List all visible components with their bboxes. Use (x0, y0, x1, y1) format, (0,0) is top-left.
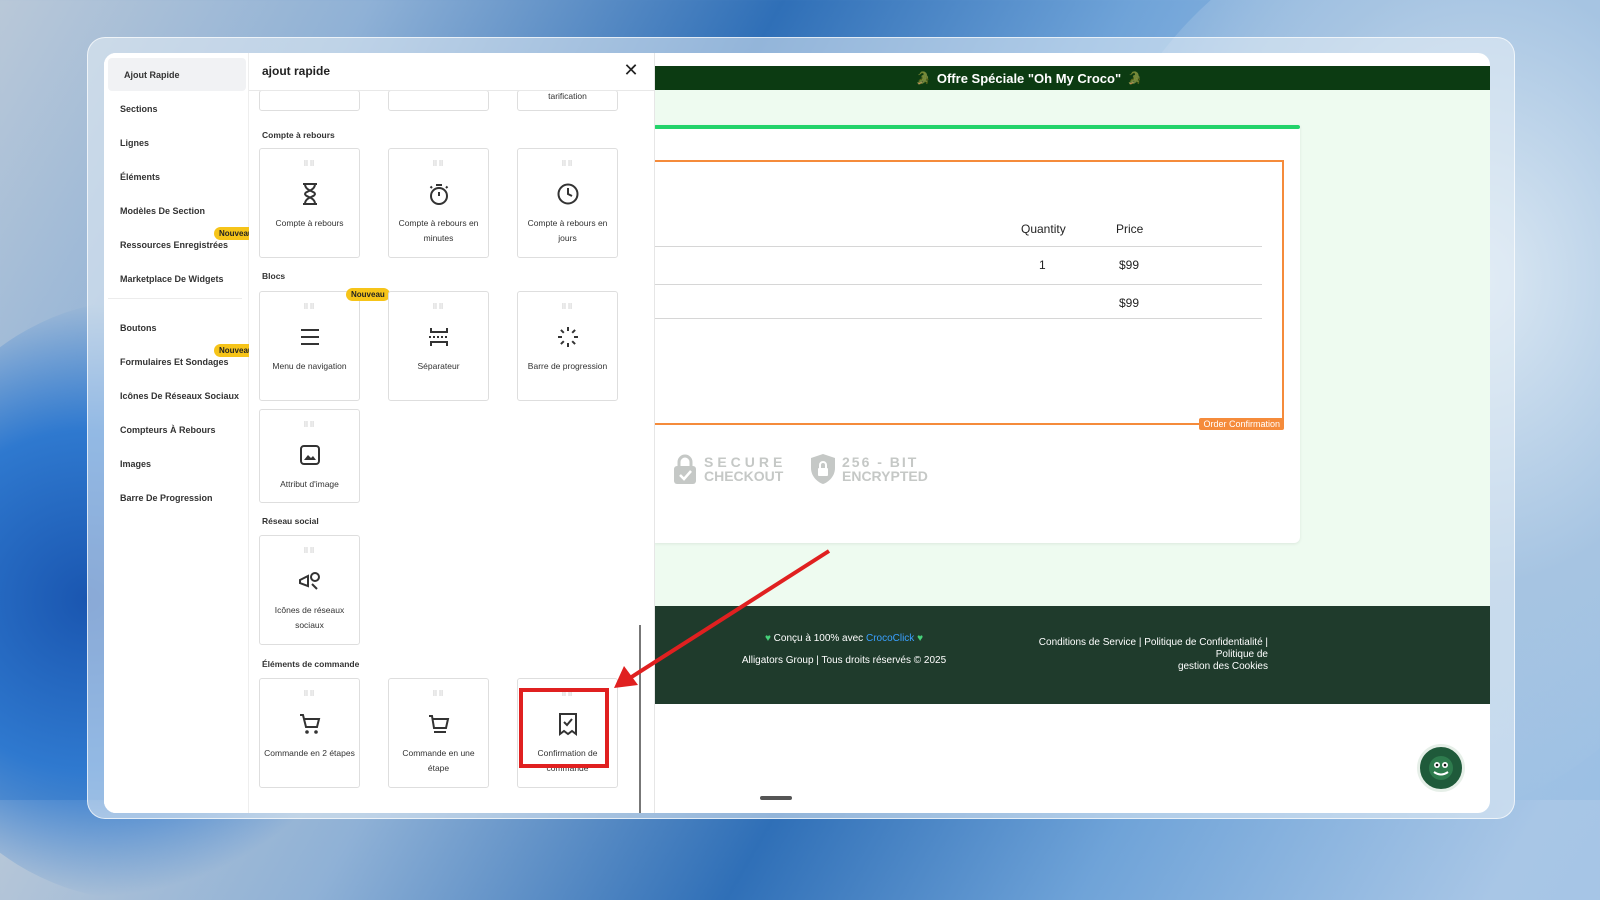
copyright-text: Alligators Group | Tous droits réservés … (741, 655, 947, 666)
drag-handle-icon: ⠿⠿ (303, 161, 316, 168)
hourglass-icon (302, 183, 317, 205)
total-price: $99 (1119, 296, 1140, 310)
basket-icon (428, 715, 449, 733)
promo-banner: 🐊 Offre Spéciale "Oh My Croco" 🐊 (654, 66, 1490, 90)
section-label-social: Réseau social (262, 516, 319, 526)
image-icon (299, 445, 320, 465)
nav-divider (108, 298, 242, 299)
row-quantity: 1 (1039, 258, 1046, 272)
divider (654, 284, 1262, 285)
widget-image-attribute[interactable]: ⠿⠿ Attribut d'image (259, 409, 360, 503)
widget-countdown[interactable]: ⠿⠿ Compte à rebours (259, 148, 360, 258)
drag-handle-icon: ⠿⠿ (303, 422, 316, 429)
highlight-box (519, 688, 609, 768)
loader-icon (557, 327, 578, 347)
nav-item-sections[interactable]: Sections (104, 92, 242, 125)
scroll-handle[interactable] (760, 796, 792, 800)
cart-icon (299, 714, 320, 734)
secure-checkout-badge: SECURE CHECKOUT (672, 453, 786, 485)
menu-icon (300, 329, 319, 345)
order-card: Quantity Price 1 $99 $99 Order Confirmat… (654, 125, 1300, 543)
shield-icon (811, 454, 835, 484)
editor-screen: 🐊 Offre Spéciale "Oh My Croco" 🐊 Quantit… (104, 53, 1490, 813)
panel-title: ajout rapide (262, 64, 331, 78)
separator-icon (428, 328, 449, 346)
nav-item-marketplace[interactable]: Marketplace De Widgets (104, 262, 242, 295)
made-with-line: ♥ Conçu à 100% avec CrocoClick ♥ (764, 633, 924, 644)
new-badge: Nouveau (346, 288, 390, 301)
badge-line2: ENCRYPTED (842, 468, 928, 484)
widget-social-icons[interactable]: ⠿⠿ Icônes de réseaux sociaux (259, 535, 360, 645)
crococlick-link[interactable]: CrocoClick (866, 633, 914, 644)
widget-two-step-order[interactable]: ⠿⠿ Commande en 2 étapes (259, 678, 360, 788)
section-label-order: Éléments de commande (262, 659, 360, 669)
nav-item-ajout-rapide[interactable]: Ajout Rapide (108, 58, 246, 91)
clock-icon (557, 183, 578, 205)
widget-tile[interactable] (388, 90, 489, 111)
section-label-blocks: Blocs (262, 271, 286, 281)
drag-handle-icon: ⠿⠿ (303, 304, 316, 311)
row-price: $99 (1119, 258, 1140, 272)
heart-icon: ♥ (917, 633, 924, 644)
chat-help-button[interactable] (1417, 744, 1465, 792)
widget-tile-tarification[interactable]: tarification (517, 90, 618, 111)
encrypted-badge: 256 - BIT ENCRYPTED (810, 453, 928, 485)
widget-navigation-menu[interactable]: ⠿⠿ Menu de navigation (259, 291, 360, 401)
heart-icon: ♥ (764, 633, 771, 644)
divider (654, 246, 1262, 247)
progress-accent-line (654, 125, 1300, 129)
panel-scrollbar[interactable] (639, 625, 641, 813)
close-icon[interactable]: ✕ (619, 58, 643, 82)
drag-handle-icon: ⠿⠿ (303, 691, 316, 698)
widget-one-step-order[interactable]: ⠿⠿ Commande en une étape (388, 678, 489, 788)
nav-item-modeles[interactable]: Modèles De Section (104, 194, 242, 227)
lock-icon (674, 454, 696, 484)
legal-links[interactable]: Conditions de Service | Politique de Con… (1000, 637, 1268, 673)
drag-handle-icon: ⠿⠿ (561, 161, 574, 168)
croco-mascot-icon (1429, 756, 1453, 780)
drag-handle-icon: ⠿⠿ (432, 161, 445, 168)
drag-handle-icon: ⠿⠿ (432, 304, 445, 311)
nav-item-icones-reseaux[interactable]: Icônes De Réseaux Sociaux (104, 379, 242, 412)
stopwatch-icon (429, 184, 448, 205)
add-elements-panel: Ajout Rapide Sections Lignes Éléments Mo… (104, 53, 655, 813)
panel-nav: Ajout Rapide Sections Lignes Éléments Mo… (104, 53, 258, 813)
column-header-quantity: Quantity (1021, 222, 1066, 236)
order-confirmation-block[interactable]: Quantity Price 1 $99 $99 Order Confirmat… (654, 160, 1284, 430)
nav-item-lignes[interactable]: Lignes (104, 126, 242, 159)
promo-banner-text: Offre Spéciale "Oh My Croco" (936, 70, 1122, 86)
page-footer: ♥ Conçu à 100% avec CrocoClick ♥ Alligat… (654, 606, 1490, 704)
nav-item-compteurs[interactable]: Compteurs À Rebours (104, 413, 242, 446)
badge-line2: CHECKOUT (704, 468, 784, 484)
badge-line1: SECURE (704, 454, 787, 470)
widget-countdown-days[interactable]: ⠿⠿ Compte à rebours en jours (517, 148, 618, 258)
section-label-countdown: Compte à rebours (262, 130, 335, 140)
divider (654, 318, 1262, 319)
nav-item-images[interactable]: Images (104, 447, 242, 480)
nav-item-boutons[interactable]: Boutons (104, 311, 242, 344)
badge-line1: 256 - BIT (842, 454, 919, 470)
nav-item-elements[interactable]: Éléments (104, 160, 242, 193)
column-header-price: Price (1116, 222, 1144, 236)
widget-tile[interactable] (259, 90, 360, 111)
widget-countdown-minutes[interactable]: ⠿⠿ Compte à rebours en minutes (388, 148, 489, 258)
panel-header: ajout rapide ✕ (249, 53, 654, 91)
drag-handle-icon: ⠿⠿ (432, 691, 445, 698)
croc-icon: 🐊 (1127, 71, 1143, 85)
megaphone-icon (298, 572, 320, 590)
order-confirmation-tag: Order Confirmation (1199, 418, 1284, 430)
nav-item-barre-progression[interactable]: Barre De Progression (104, 481, 242, 514)
quick-add-content: tarification ajout rapide ✕ Compte à reb… (249, 53, 654, 813)
croc-icon: 🐊 (915, 71, 931, 85)
widget-separator[interactable]: ⠿⠿ Séparateur (388, 291, 489, 401)
drag-handle-icon: ⠿⠿ (303, 548, 316, 555)
widget-progress-bar[interactable]: ⠿⠿ Barre de progression (517, 291, 618, 401)
drag-handle-icon: ⠿⠿ (561, 304, 574, 311)
